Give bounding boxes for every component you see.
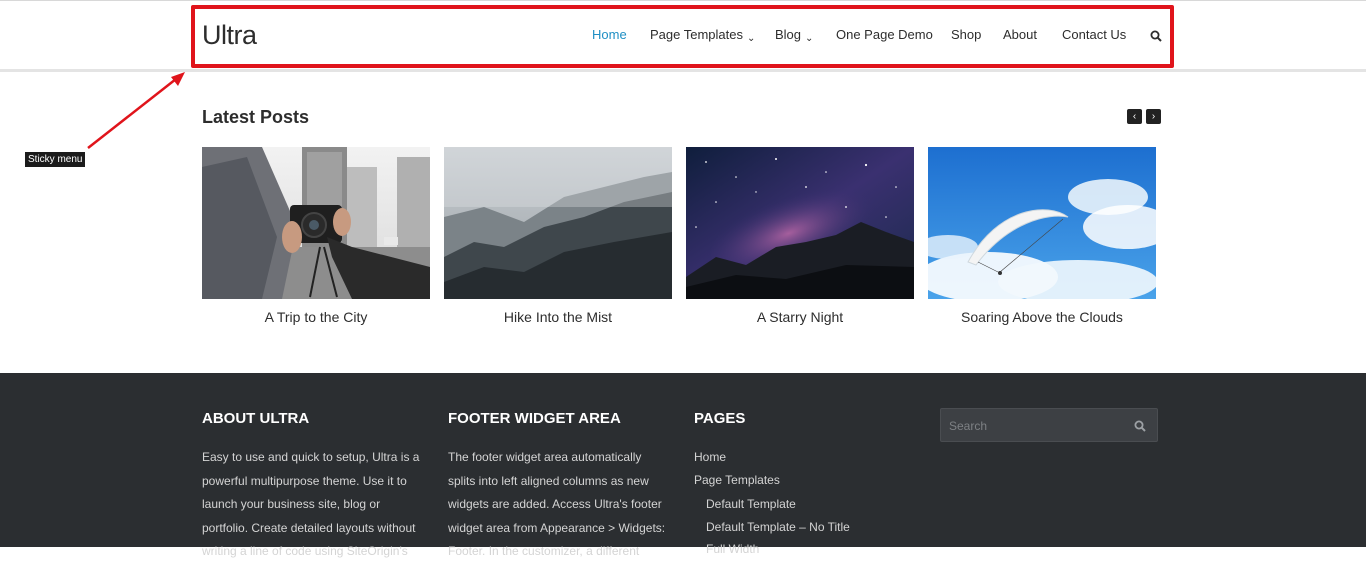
- post-thumbnail-starry[interactable]: [686, 147, 914, 299]
- text-line: The footer widget area automatically: [448, 450, 642, 464]
- post-title[interactable]: A Starry Night: [686, 309, 914, 325]
- footer-about-title: ABOUT ULTRA: [202, 410, 310, 427]
- footer-about-text: Easy to use and quick to setup, Ultra is…: [202, 446, 426, 564]
- post-thumbnail-clouds[interactable]: [928, 147, 1156, 299]
- footer-page-link-full-width[interactable]: Full Width: [706, 542, 759, 556]
- text-line: Footer. In the customizer, a different: [448, 544, 640, 558]
- post-title[interactable]: A Trip to the City: [202, 309, 430, 325]
- footer-page-link-default-template[interactable]: Default Template: [706, 497, 796, 511]
- nav-item-label: Page Templates: [650, 27, 743, 42]
- chevron-down-icon: ⌄: [747, 33, 756, 44]
- annotation-label: Sticky menu: [25, 152, 86, 167]
- text-line: widget area from Appearance > Widgets:: [448, 520, 666, 535]
- text-line: widgets are added. Access Ultra's footer: [448, 497, 662, 511]
- post-thumbnail-mist[interactable]: [444, 147, 672, 299]
- chevron-down-icon: ⌄: [805, 33, 814, 44]
- text-line: portfolio. Create detailed layouts witho…: [202, 520, 416, 535]
- nav-item-shop[interactable]: Shop: [951, 27, 981, 47]
- footer-widget-text: The footer widget area automatically spl…: [448, 446, 672, 564]
- nav-item-contact-us[interactable]: Contact Us: [1062, 27, 1126, 47]
- nav-item-home[interactable]: Home: [592, 27, 627, 47]
- footer-page-link-home[interactable]: Home: [694, 450, 726, 464]
- post-title[interactable]: Hike Into the Mist: [444, 309, 672, 325]
- section-title: Latest Posts: [202, 107, 310, 127]
- chevron-right-icon[interactable]: ›: [1146, 109, 1161, 124]
- footer-page-link-page-templates[interactable]: Page Templates: [694, 473, 780, 487]
- nav-item-blog[interactable]: Blog ⌄: [775, 27, 813, 47]
- chevron-left-icon[interactable]: ‹: [1127, 109, 1142, 124]
- search-icon[interactable]: [1150, 30, 1162, 42]
- text-line: Easy to use and quick to setup, Ultra is…: [202, 450, 420, 464]
- footer-search-input[interactable]: [949, 417, 1119, 435]
- footer-page-link-default-template-no-title[interactable]: Default Template – No Title: [706, 520, 850, 534]
- nav-item-about[interactable]: About: [1003, 27, 1037, 47]
- post-title[interactable]: Soaring Above the Clouds: [928, 309, 1156, 325]
- footer-widget-title: FOOTER WIDGET AREA: [448, 410, 621, 427]
- text-line: writing a line of code using SiteOrigin'…: [202, 544, 408, 558]
- footer-pages-title: PAGES: [694, 410, 746, 427]
- annotation-arrow: [87, 72, 185, 149]
- post-thumbnail-city[interactable]: [202, 147, 430, 299]
- footer-search-box: [940, 408, 1158, 442]
- text-line: powerful multipurpose theme. Use it to: [202, 473, 407, 488]
- nav-item-label: Blog: [775, 27, 802, 42]
- text-line: splits into left aligned columns as new: [448, 473, 649, 488]
- search-icon[interactable]: [1134, 420, 1146, 432]
- site-logo[interactable]: Ultra: [202, 20, 257, 51]
- text-line: launch your business site, blog or: [202, 497, 381, 511]
- nav-item-page-templates[interactable]: Page Templates ⌄: [650, 27, 755, 47]
- nav-item-one-page-demo[interactable]: One Page Demo: [836, 27, 933, 47]
